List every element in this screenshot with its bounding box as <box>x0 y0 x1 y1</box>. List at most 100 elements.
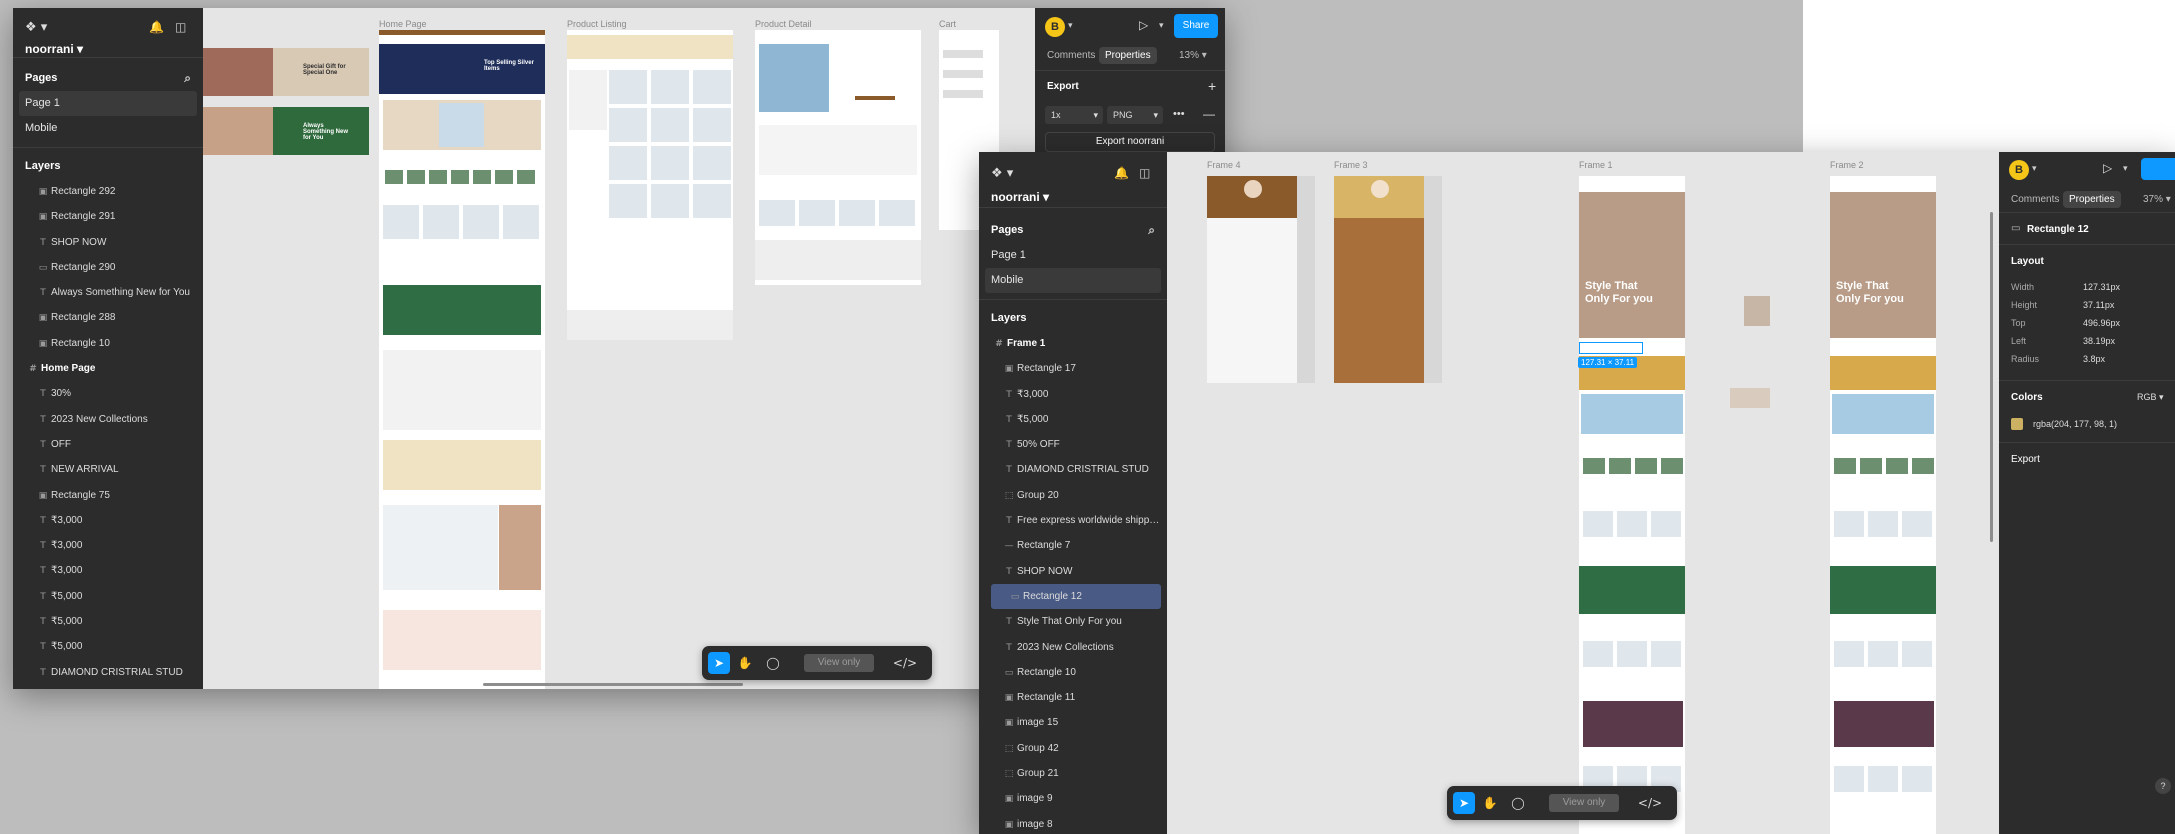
frame-product-detail[interactable] <box>755 30 921 285</box>
layer-item[interactable]: ▭ Rectangle 290 <box>19 255 203 280</box>
share-button[interactable] <box>2141 158 2175 180</box>
project-name[interactable]: noorrani ▾ <box>991 190 1049 204</box>
export-button[interactable]: Export noorrani <box>1045 132 1215 152</box>
avatar[interactable]: B <box>2009 160 2029 180</box>
layer-item[interactable]: ▣ Rectangle 17 <box>985 356 1167 381</box>
vertical-scrollbar[interactable] <box>1990 212 1993 542</box>
layer-item[interactable]: T Style That Only For you <box>985 609 1167 634</box>
layer-item[interactable]: T Always Something New for You <box>19 280 203 305</box>
layer-item[interactable]: T OFF <box>19 432 203 457</box>
page-item-page1[interactable]: Page 1 <box>979 243 1167 268</box>
move-tool-icon[interactable]: ➤ <box>708 652 730 674</box>
layer-item[interactable]: T ₹5,000 <box>985 407 1167 432</box>
add-export-icon[interactable]: + <box>1208 78 1216 94</box>
color-swatch[interactable] <box>2011 418 2023 430</box>
layer-item[interactable]: T 50% OFF <box>985 432 1167 457</box>
layer-item[interactable]: T 2023 New Collections <box>19 407 203 432</box>
present-icon[interactable]: ▷ <box>2103 161 2112 175</box>
project-name[interactable]: noorrani ▾ <box>25 42 83 56</box>
frame-1-mobile[interactable]: Style That Only For you <box>1579 176 1685 834</box>
layer-item[interactable]: T Free express worldwide shipping <box>985 508 1167 533</box>
search-icon[interactable]: ⌕ <box>184 66 191 91</box>
layer-item[interactable]: ▣ Rectangle 10 <box>19 331 203 356</box>
sidebar-toggle-icon[interactable]: ◫ <box>1139 166 1150 180</box>
layer-item[interactable]: T ₹3,000 <box>19 533 203 558</box>
layer-item[interactable]: T ₹3,000 <box>19 558 203 583</box>
image-element[interactable] <box>1730 388 1770 408</box>
move-tool-icon[interactable]: ➤ <box>1453 792 1475 814</box>
layer-item[interactable]: ⬚ Group 20 <box>985 483 1167 508</box>
color-mode-select[interactable]: RGB ▾ <box>2137 392 2164 403</box>
hand-tool-icon[interactable]: ✋ <box>734 652 756 674</box>
layer-item[interactable]: — Rectangle 7 <box>985 533 1167 558</box>
zoom-level[interactable]: 13% ▾ <box>1179 50 1207 61</box>
comment-tool-icon[interactable]: ◯ <box>1507 792 1529 814</box>
layer-item[interactable]: # Home Page <box>19 356 203 381</box>
prop-value[interactable]: 127.31px <box>2083 282 2120 292</box>
layer-item[interactable]: T ₹3,000 <box>985 382 1167 407</box>
tab-comments[interactable]: Comments <box>2011 194 2059 205</box>
layer-item[interactable]: T SHOP NOW <box>19 230 203 255</box>
layer-item[interactable]: ▣ Rectangle 288 <box>19 305 203 330</box>
search-icon[interactable]: ⌕ <box>1148 218 1155 243</box>
zoom-level[interactable]: 37% ▾ <box>2143 194 2171 205</box>
prop-value[interactable]: 496.96px <box>2083 318 2120 328</box>
page-item-mobile[interactable]: Mobile <box>985 268 1161 293</box>
layer-item[interactable]: ▣ Rectangle 292 <box>19 179 203 204</box>
page-item-page1[interactable]: Page 1 <box>19 91 197 116</box>
export-format-select[interactable]: PNG ▾ <box>1107 106 1163 124</box>
tab-properties[interactable]: Properties <box>1099 47 1157 64</box>
canvas[interactable]: Frame 4 Frame 3 Frame 1 Style That Only … <box>1167 152 1999 834</box>
export-scale-select[interactable]: 1x ▾ <box>1045 106 1103 124</box>
avatar[interactable]: B <box>1045 17 1065 37</box>
share-button[interactable]: Share <box>1174 14 1218 38</box>
layer-item[interactable]: T NEW ARRIVAL <box>19 457 203 482</box>
more-options-icon[interactable]: ••• <box>1173 108 1185 120</box>
layer-item[interactable]: ▣ Rectangle 291 <box>19 204 203 229</box>
layer-item[interactable]: ▭ Rectangle 12 <box>991 583 1161 610</box>
tab-comments[interactable]: Comments <box>1047 50 1095 61</box>
layer-item[interactable]: T DIAMOND CRISTRIAL STUD <box>19 660 203 685</box>
layer-item[interactable]: T ₹5,000 <box>19 584 203 609</box>
frame-home-page[interactable]: Top Selling Silver Items <box>379 30 545 689</box>
layer-item[interactable]: # Frame 1 <box>985 331 1167 356</box>
bell-icon[interactable]: 🔔 <box>149 20 164 34</box>
frame-4-menu[interactable] <box>1207 176 1315 383</box>
layer-item[interactable]: ▣ image 8 <box>985 812 1167 834</box>
layer-item[interactable]: T 2023 New Collections <box>985 635 1167 660</box>
layer-item[interactable]: T ₹5,000 <box>19 634 203 659</box>
layer-item[interactable]: ▣ Rectangle 11 <box>985 685 1167 710</box>
horizontal-scrollbar[interactable] <box>483 683 743 686</box>
frame-product-listing[interactable] <box>567 30 733 340</box>
figma-menu-icon[interactable]: ❖ ▾ <box>991 166 1013 181</box>
bell-icon[interactable]: 🔔 <box>1114 166 1129 180</box>
layer-item[interactable]: ▣ image 15 <box>985 710 1167 735</box>
present-chevron-icon[interactable]: ▾ <box>1159 20 1164 31</box>
prop-value[interactable]: 37.11px <box>2083 300 2114 310</box>
layer-item[interactable]: ⬚ Group 42 <box>985 736 1167 761</box>
layer-item[interactable]: T ₹5,000 <box>19 609 203 634</box>
avatar-chevron-icon[interactable]: ▾ <box>2032 163 2037 174</box>
comment-tool-icon[interactable]: ◯ <box>762 652 784 674</box>
tab-properties[interactable]: Properties <box>2063 191 2121 208</box>
layer-item[interactable]: T SHOP NOW <box>985 559 1167 584</box>
layer-item[interactable]: T 30% <box>19 381 203 406</box>
remove-export-icon[interactable]: — <box>1203 107 1215 121</box>
dev-mode-icon[interactable]: </> <box>892 652 918 674</box>
prop-value[interactable]: 3.8px <box>2083 354 2105 364</box>
layer-item[interactable]: T ₹3,000 <box>19 508 203 533</box>
hand-tool-icon[interactable]: ✋ <box>1479 792 1501 814</box>
present-chevron-icon[interactable]: ▾ <box>2123 163 2128 174</box>
page-item-mobile[interactable]: Mobile <box>13 116 203 141</box>
layer-item[interactable]: ⬚ Group 21 <box>985 761 1167 786</box>
image-element[interactable] <box>1744 296 1770 326</box>
present-icon[interactable]: ▷ <box>1139 18 1148 32</box>
layer-item[interactable]: ▣ image 9 <box>985 786 1167 811</box>
sidebar-toggle-icon[interactable]: ◫ <box>175 20 186 34</box>
layer-item[interactable]: T DIAMOND CRISTRIAL STUD <box>985 457 1167 482</box>
figma-menu-icon[interactable]: ❖ ▾ <box>25 20 47 35</box>
dev-mode-icon[interactable]: </> <box>1637 792 1663 814</box>
help-button[interactable]: ? <box>2155 778 2171 794</box>
avatar-chevron-icon[interactable]: ▾ <box>1068 20 1073 31</box>
selection-box[interactable] <box>1579 342 1643 354</box>
